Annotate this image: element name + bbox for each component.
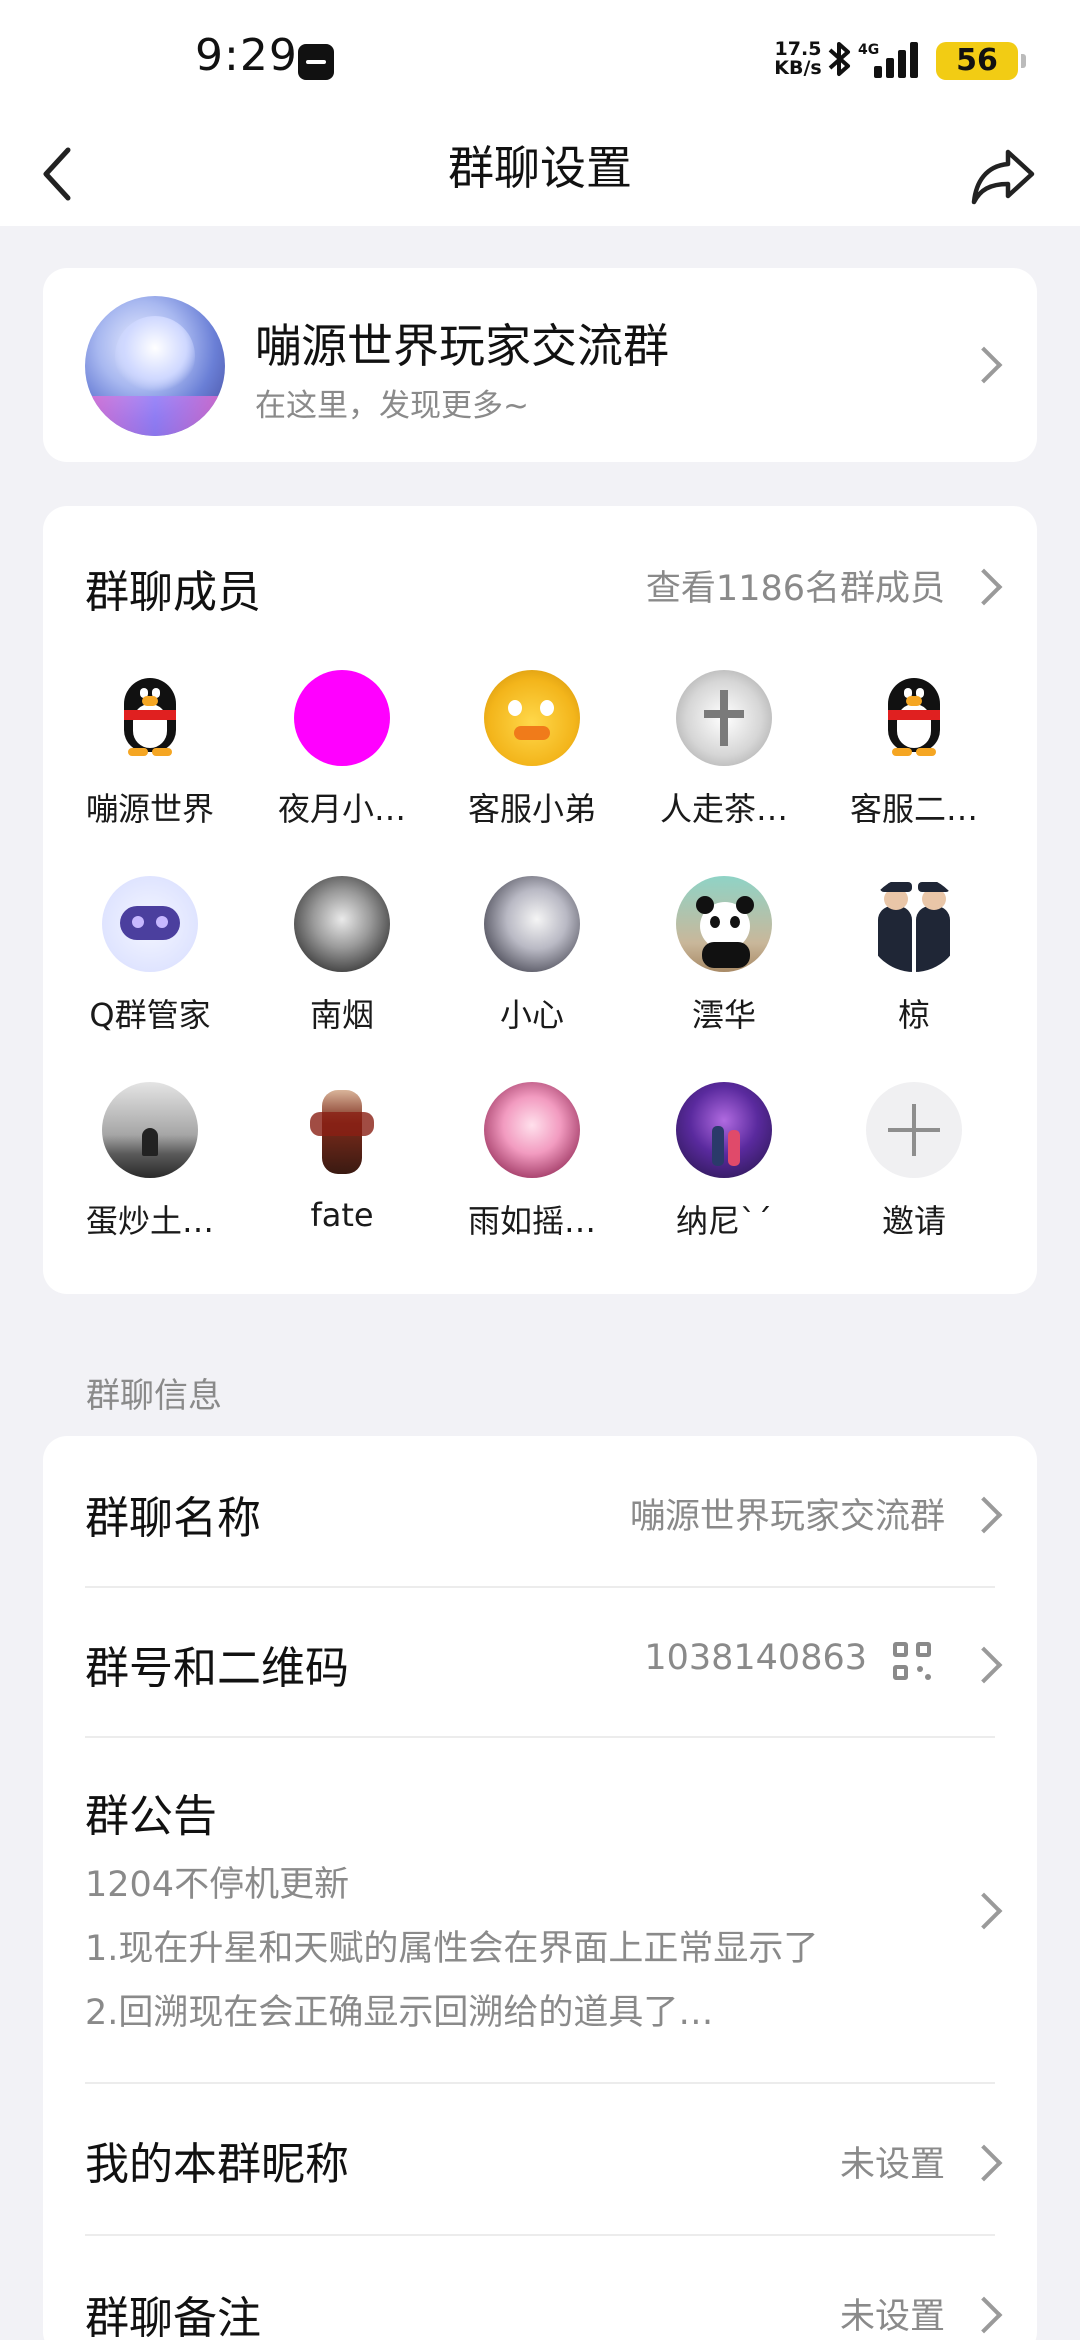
music-app-icon bbox=[298, 44, 334, 80]
member-item[interactable]: 人走茶… bbox=[639, 670, 809, 830]
signal-icon bbox=[874, 42, 924, 78]
avatar bbox=[102, 1082, 198, 1178]
member-item[interactable]: 纳尼ˋˊ bbox=[639, 1082, 809, 1242]
member-item[interactable]: 雨如摇… bbox=[447, 1082, 617, 1242]
view-all-members-link[interactable]: 查看1186名群成员 bbox=[646, 560, 945, 611]
share-icon[interactable] bbox=[970, 146, 1036, 206]
nickname-label: 我的本群昵称 bbox=[85, 2139, 349, 2190]
remark-label: 群聊备注 bbox=[85, 2293, 261, 2340]
members-title: 群聊成员 bbox=[85, 567, 261, 618]
avatar bbox=[294, 876, 390, 972]
robot-avatar-icon bbox=[102, 876, 198, 972]
avatar bbox=[676, 670, 772, 766]
member-item[interactable]: 夜月小… bbox=[257, 670, 427, 830]
chevron-right-icon bbox=[965, 1496, 1003, 1534]
member-name: 夜月小… bbox=[277, 790, 406, 828]
group-name-row[interactable]: 群聊名称 嘣源世界玩家交流群 bbox=[43, 1436, 1037, 1586]
group-notice-row[interactable]: 群公告 1204不停机更新 1.现在升星和天赋的属性会在界面上正常显示了 2.回… bbox=[43, 1738, 1037, 2082]
section-label: 群聊信息 bbox=[86, 1376, 222, 1416]
member-item[interactable]: 南烟 bbox=[257, 876, 427, 1036]
nickname-value: 未设置 bbox=[839, 2145, 945, 2185]
member-item[interactable]: 椋 bbox=[829, 876, 999, 1036]
chevron-right-icon bbox=[965, 568, 1003, 606]
member-item[interactable]: 小心 bbox=[447, 876, 617, 1036]
status-bar: 9:29 17.5 KB/s 4G 56 bbox=[0, 0, 1080, 120]
member-name: 蛋炒土… bbox=[85, 1202, 214, 1240]
chevron-right-icon bbox=[965, 2296, 1003, 2334]
notice-line: 1.现在升星和天赋的属性会在界面上正常显示了 bbox=[85, 1929, 819, 1969]
chevron-right-icon bbox=[965, 2144, 1003, 2182]
page-title: 群聊设置 bbox=[448, 141, 632, 195]
notice-line: 2.回溯现在会正确显示回溯给的道具了… bbox=[85, 1993, 714, 2033]
member-name: 小心 bbox=[499, 996, 564, 1034]
status-time: 9:29 bbox=[195, 30, 298, 81]
member-name: 澐华 bbox=[691, 996, 756, 1034]
qr-code-icon[interactable] bbox=[893, 1642, 933, 1682]
penguin-avatar-icon bbox=[102, 670, 198, 766]
member-name: 椋 bbox=[897, 996, 930, 1034]
navigation-bar: 群聊设置 bbox=[0, 120, 1080, 226]
member-item[interactable]: fate bbox=[257, 1082, 427, 1234]
invite-button[interactable]: 邀请 bbox=[829, 1082, 999, 1242]
group-id-label: 群号和二维码 bbox=[85, 1643, 349, 1694]
plus-icon bbox=[866, 1082, 962, 1178]
my-nickname-row[interactable]: 我的本群昵称 未设置 bbox=[43, 2084, 1037, 2234]
member-item[interactable]: 客服小弟 bbox=[447, 670, 617, 830]
member-name: 人走茶… bbox=[659, 790, 788, 828]
member-name: 南烟 bbox=[309, 996, 374, 1034]
member-name: 嘣源世界 bbox=[85, 790, 214, 828]
avatar bbox=[294, 670, 390, 766]
group-profile-card[interactable]: 嘣源世界玩家交流群 在这里，发现更多~ bbox=[43, 268, 1037, 462]
network-speed: 17.5 KB/s bbox=[774, 38, 822, 79]
bluetooth-icon bbox=[826, 40, 854, 87]
avatar bbox=[676, 1082, 772, 1178]
chevron-right-icon bbox=[965, 346, 1003, 384]
avatar bbox=[294, 1082, 390, 1178]
member-name: fate bbox=[310, 1196, 374, 1234]
group-subtitle: 在这里，发现更多~ bbox=[255, 388, 529, 424]
member-item[interactable]: Q群管家 bbox=[65, 876, 235, 1036]
chevron-right-icon bbox=[965, 1646, 1003, 1684]
group-info-card: 群聊名称 嘣源世界玩家交流群 群号和二维码 1038140863 群公告 120… bbox=[43, 1436, 1037, 2340]
member-name: 客服二… bbox=[849, 790, 978, 828]
group-id-row[interactable]: 群号和二维码 1038140863 bbox=[43, 1588, 1037, 1736]
group-remark-row[interactable]: 群聊备注 未设置 bbox=[43, 2236, 1037, 2340]
member-item[interactable]: 客服二… bbox=[829, 670, 999, 830]
avatar bbox=[484, 876, 580, 972]
member-item[interactable]: 嘣源世界 bbox=[65, 670, 235, 830]
avatar bbox=[484, 670, 580, 766]
panda-avatar-icon bbox=[676, 876, 772, 972]
group-avatar bbox=[85, 296, 225, 436]
group-name-value: 嘣源世界玩家交流群 bbox=[629, 1497, 945, 1537]
member-item[interactable]: 蛋炒土… bbox=[65, 1082, 235, 1242]
group-id-value: 1038140863 bbox=[644, 1638, 867, 1678]
member-item[interactable]: 澐华 bbox=[639, 876, 809, 1036]
avatar bbox=[866, 876, 962, 972]
member-name: 客服小弟 bbox=[467, 790, 596, 828]
member-name: Q群管家 bbox=[89, 996, 211, 1034]
notice-line: 1204不停机更新 bbox=[85, 1865, 350, 1905]
battery-indicator: 56 bbox=[936, 42, 1026, 80]
notice-label: 群公告 bbox=[85, 1791, 217, 1842]
invite-label: 邀请 bbox=[881, 1202, 946, 1240]
members-card: 群聊成员 查看1186名群成员 嘣源世界 夜月小… 客服小弟 人走茶… 客服二… bbox=[43, 506, 1037, 1294]
member-name: 雨如摇… bbox=[467, 1202, 596, 1240]
member-name: 纳尼ˋˊ bbox=[675, 1202, 772, 1240]
group-name: 嘣源世界玩家交流群 bbox=[255, 319, 669, 373]
group-name-label: 群聊名称 bbox=[85, 1493, 261, 1544]
penguin-avatar-icon bbox=[866, 670, 962, 766]
chevron-right-icon bbox=[965, 1892, 1003, 1930]
remark-value: 未设置 bbox=[839, 2297, 945, 2337]
avatar bbox=[484, 1082, 580, 1178]
